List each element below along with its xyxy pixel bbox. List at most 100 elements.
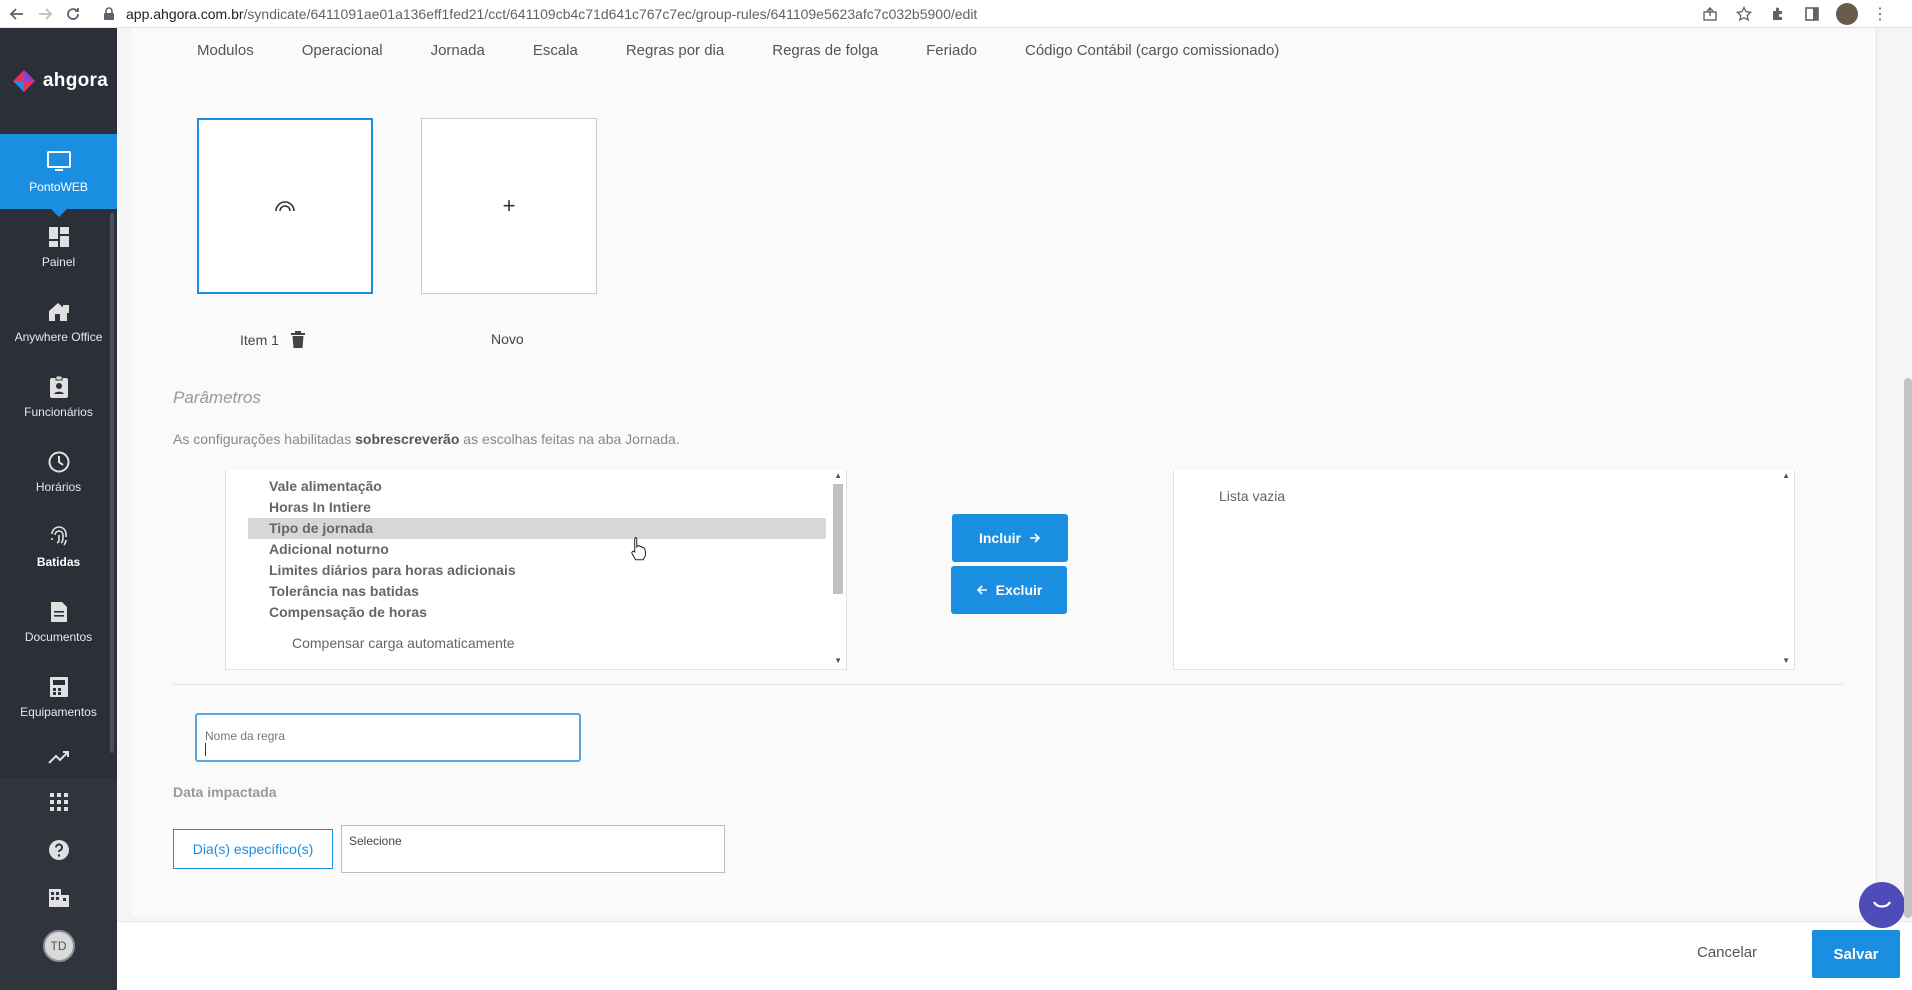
ahgora-logo-icon bbox=[12, 70, 35, 92]
date-impacted-label: Data impactada bbox=[173, 784, 277, 800]
scroll-up-icon[interactable]: ▲ bbox=[1782, 471, 1790, 480]
footer-bar: Cancelar Salvar bbox=[117, 921, 1912, 990]
sidebar-item-horarios[interactable]: Horários bbox=[0, 434, 117, 509]
scroll-down-icon[interactable]: ▼ bbox=[834, 656, 842, 665]
tab-regras-de-folga[interactable]: Regras de folga bbox=[772, 42, 878, 59]
list-item[interactable]: Compensação de horas bbox=[228, 602, 826, 623]
share-icon[interactable] bbox=[1700, 4, 1720, 24]
sidebar-item-label: Documentos bbox=[24, 629, 93, 644]
sidebar-item-trend[interactable] bbox=[0, 734, 117, 782]
sidebar-item-anywhere-office[interactable]: Anywhere Office bbox=[0, 284, 117, 359]
params-description: As configurações habilitadas sobrescreve… bbox=[173, 431, 680, 447]
sidebar-item-funcionarios[interactable]: Funcionários bbox=[0, 359, 117, 434]
tab-modulos[interactable]: Modulos bbox=[197, 42, 254, 59]
tab-regras-por-dia[interactable]: Regras por dia bbox=[626, 42, 724, 59]
forward-icon[interactable] bbox=[34, 3, 56, 25]
browser-menu-icon[interactable]: ⋮ bbox=[1872, 4, 1888, 24]
sidebar-item-label: Equipamentos bbox=[20, 704, 97, 719]
sidebar-user[interactable]: TD bbox=[0, 922, 117, 970]
trash-icon[interactable] bbox=[290, 331, 305, 348]
sidebar-item-batidas[interactable]: Batidas bbox=[0, 509, 117, 584]
logo[interactable]: ahgora bbox=[0, 28, 117, 134]
clock-icon bbox=[47, 450, 71, 474]
chat-widget-button[interactable] bbox=[1859, 882, 1905, 928]
sidebar-scrollbar[interactable] bbox=[110, 213, 114, 753]
sidebar-apps[interactable] bbox=[0, 778, 117, 826]
list-item-highlighted[interactable]: Tipo de jornada bbox=[248, 518, 826, 539]
lock-icon bbox=[104, 6, 114, 20]
new-rule-label: Novo bbox=[491, 331, 524, 347]
sidebar-company[interactable] bbox=[0, 874, 117, 922]
url-host: app.ahgora.com.br bbox=[126, 5, 244, 22]
empty-list-text: Lista vazia bbox=[1219, 488, 1286, 504]
list-sub-item[interactable]: Compensar carga automaticamente bbox=[228, 635, 826, 651]
trending-up-icon bbox=[47, 751, 69, 764]
sidebar-item-documentos[interactable]: Documentos bbox=[0, 584, 117, 659]
list-item[interactable]: Horas In Intiere bbox=[228, 497, 826, 518]
page-scrollbar[interactable] bbox=[1904, 378, 1912, 918]
side-panel-icon[interactable] bbox=[1802, 4, 1822, 24]
plus-icon: + bbox=[502, 193, 516, 218]
sidebar: ahgora PontoWEB Painel Anywhere Office F… bbox=[0, 28, 117, 990]
exclude-button-label: Excluir bbox=[995, 582, 1043, 598]
list-item[interactable]: Tolerância nas batidas bbox=[228, 581, 826, 602]
params-desc-start: As configurações habilitadas bbox=[173, 431, 356, 447]
sidebar-item-painel[interactable]: Painel bbox=[0, 209, 117, 284]
tab-codigo-contabil[interactable]: Código Contábil (cargo comissionado) bbox=[1025, 42, 1279, 59]
tab-operacional[interactable]: Operacional bbox=[302, 42, 383, 59]
sidebar-item-label: Funcionários bbox=[24, 404, 93, 419]
scroll-up-icon[interactable]: ▲ bbox=[834, 471, 842, 480]
rule-item-label: Item 1 bbox=[240, 331, 279, 348]
address-bar[interactable]: app.ahgora.com.br/syndicate/6411091ae01a… bbox=[102, 2, 977, 26]
building-icon bbox=[48, 889, 69, 907]
new-rule-tile[interactable]: + bbox=[421, 118, 597, 294]
specific-days-button[interactable]: Dia(s) específico(s) bbox=[173, 829, 333, 869]
sidebar-item-equipamentos[interactable]: Equipamentos bbox=[0, 659, 117, 734]
params-desc-bold: sobrescreverão bbox=[355, 431, 460, 447]
selected-params-list[interactable]: Lista vazia ▲ ▼ bbox=[1173, 470, 1795, 670]
list-scrollbar-thumb[interactable] bbox=[833, 484, 843, 594]
tab-escala[interactable]: Escala bbox=[533, 42, 578, 59]
date-select-placeholder: Selecione bbox=[349, 834, 402, 848]
reload-icon[interactable] bbox=[62, 3, 84, 25]
cancel-button[interactable]: Cancelar bbox=[1697, 944, 1757, 961]
include-button[interactable]: Incluir bbox=[952, 514, 1068, 562]
sidebar-help[interactable] bbox=[0, 826, 117, 874]
rainbow-icon bbox=[275, 201, 295, 212]
tab-jornada[interactable]: Jornada bbox=[431, 42, 485, 59]
home-office-icon bbox=[47, 300, 71, 324]
sidebar-item-label: PontoWEB bbox=[29, 179, 88, 194]
exclude-button[interactable]: Excluir bbox=[951, 566, 1067, 614]
url-text: app.ahgora.com.br/syndicate/6411091ae01a… bbox=[126, 6, 977, 22]
divider bbox=[173, 684, 1843, 685]
extensions-icon[interactable] bbox=[1768, 4, 1788, 24]
save-button[interactable]: Salvar bbox=[1812, 930, 1900, 978]
arrow-right-icon bbox=[1030, 533, 1041, 543]
rule-item-label-row: Item 1 bbox=[240, 331, 305, 348]
tab-bar: Modulos Operacional Jornada Escala Regra… bbox=[197, 42, 1327, 59]
params-title: Parâmetros bbox=[173, 388, 261, 407]
rule-name-input[interactable]: Nome da regra bbox=[195, 713, 581, 762]
list-item[interactable]: Vale alimentação bbox=[228, 476, 826, 497]
avatar[interactable]: TD bbox=[42, 930, 75, 962]
list-item[interactable]: Adicional noturno bbox=[228, 539, 826, 560]
sidebar-item-pontoweb[interactable]: PontoWEB bbox=[0, 134, 117, 217]
main-content: Modulos Operacional Jornada Escala Regra… bbox=[117, 28, 1912, 990]
date-select[interactable]: Selecione bbox=[341, 825, 725, 873]
logo-text: ahgora bbox=[42, 70, 109, 91]
sidebar-item-label: Anywhere Office bbox=[14, 329, 103, 344]
star-icon[interactable] bbox=[1734, 4, 1754, 24]
scroll-down-icon[interactable]: ▼ bbox=[1782, 656, 1790, 665]
document-icon bbox=[47, 600, 71, 624]
tab-feriado[interactable]: Feriado bbox=[926, 42, 977, 59]
sidebar-item-label: Batidas bbox=[36, 554, 81, 569]
sidebar-bottom: TD bbox=[0, 778, 117, 990]
browser-profile-avatar[interactable] bbox=[1836, 3, 1858, 25]
equipment-icon bbox=[47, 675, 71, 699]
rule-item-tile[interactable] bbox=[197, 118, 373, 294]
list-item[interactable]: Limites diários para horas adicionais bbox=[228, 560, 826, 581]
back-icon[interactable] bbox=[6, 3, 28, 25]
available-params-list[interactable]: Vale alimentação Horas In Intiere Tipo d… bbox=[225, 470, 847, 670]
monitor-icon bbox=[46, 150, 71, 174]
text-caret bbox=[205, 743, 206, 756]
